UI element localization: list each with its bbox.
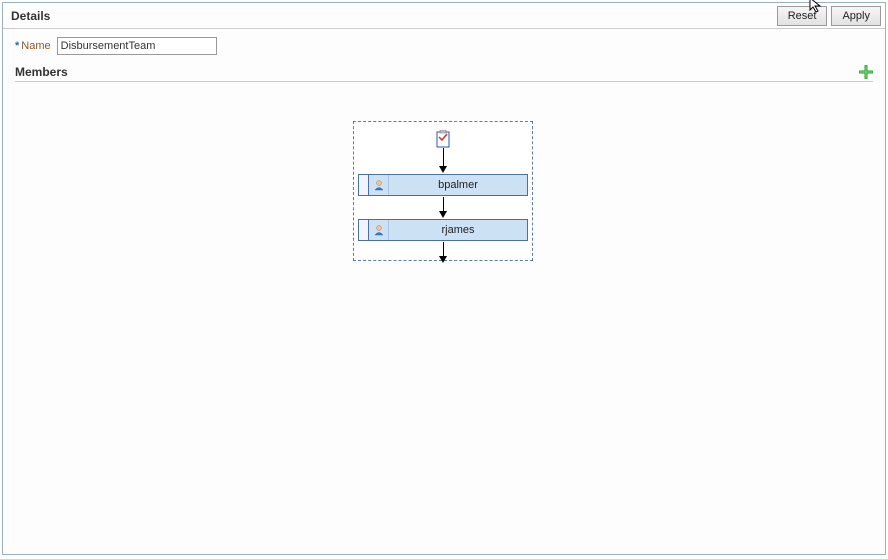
flow-arrow-2	[438, 197, 448, 218]
cursor-icon	[809, 0, 825, 13]
header-row: Details Reset Apply	[3, 3, 885, 29]
name-label: Name	[21, 40, 50, 52]
user-icon	[369, 175, 389, 195]
name-row: * Name	[3, 29, 885, 59]
member-node-rjames[interactable]: rjames	[358, 219, 528, 241]
flow-arrow-1	[438, 148, 448, 173]
flow-container: bpalmer rjames	[353, 121, 533, 261]
flow-arrow-3	[438, 242, 448, 263]
user-icon	[369, 220, 389, 240]
members-title: Members	[15, 65, 859, 79]
member-node-bpalmer[interactable]: bpalmer	[358, 174, 528, 196]
details-title: Details	[7, 9, 773, 23]
name-input[interactable]	[57, 37, 217, 55]
node-handle[interactable]	[359, 220, 369, 240]
apply-button[interactable]: Apply	[831, 6, 881, 26]
add-icon[interactable]	[859, 65, 873, 79]
required-indicator: *	[15, 40, 19, 52]
node-handle[interactable]	[359, 175, 369, 195]
members-header-row: Members	[15, 65, 873, 82]
diagram-area: bpalmer rjames	[3, 93, 885, 554]
member-label: rjames	[389, 220, 527, 240]
member-label: bpalmer	[389, 175, 527, 195]
details-panel: Details Reset Apply * Name Members	[2, 2, 886, 555]
